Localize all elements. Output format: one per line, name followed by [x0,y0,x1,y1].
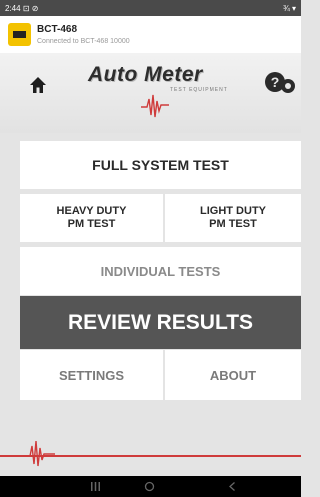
full-system-test-label: FULL SYSTEM TEST [92,157,229,173]
home-icon[interactable] [28,75,48,95]
app-header: Auto Meter TEST EQUIPMENT ? [0,53,301,133]
waveform-logo-icon [141,94,169,118]
device-bar[interactable]: BCT-468 Connected to BCT-468 10000 [0,16,301,53]
status-bar: 2:44 ⊡ ⊘ ¾ ▾ [0,0,301,16]
light-duty-sublabel: PM TEST [209,218,257,230]
recents-icon[interactable] [90,481,101,492]
status-left-icons: ⊡ ⊘ [22,3,39,13]
about-button[interactable]: ABOUT [165,350,301,400]
heavy-duty-sublabel: PM TEST [67,218,116,230]
svg-text:?: ? [271,74,280,90]
review-results-label: REVIEW RESULTS [67,310,254,334]
android-nav-bar [0,476,301,497]
status-time: 2:44 ⊡ ⊘ [5,3,39,13]
device-connection-status: Connected to BCT-468 10000 [37,38,130,45]
device-name: BCT-468 [37,24,78,35]
light-duty-pm-test-button[interactable]: LIGHT DUTY PM TEST [165,194,301,242]
review-results-button[interactable]: REVIEW RESULTS [20,296,301,349]
about-label: ABOUT [209,367,257,383]
home-nav-icon[interactable] [144,481,155,492]
status-right-icons: ¾ ▾ [283,3,296,13]
settings-button[interactable]: SETTINGS [20,350,163,400]
logo-subtitle: TEST EQUIPMENT [170,87,228,93]
back-icon[interactable] [227,481,238,492]
auto-meter-logo: Auto Meter TEST EQUIPMENT [88,63,248,133]
light-duty-label: LIGHT DUTY [200,204,266,217]
heavy-duty-label: HEAVY DUTY [56,204,127,217]
heavy-duty-pm-test-button[interactable]: HEAVY DUTY PM TEST [20,194,163,242]
individual-tests-label: INDIVIDUAL TESTS [100,263,221,279]
help-icon[interactable]: ? [264,71,296,97]
full-system-test-button[interactable]: FULL SYSTEM TEST [20,141,301,189]
logo-text: Auto Meter [88,63,203,86]
device-icon [8,23,31,46]
waveform-footer-icon [23,440,55,467]
settings-label: SETTINGS [58,367,124,383]
individual-tests-button[interactable]: INDIVIDUAL TESTS [20,247,301,295]
